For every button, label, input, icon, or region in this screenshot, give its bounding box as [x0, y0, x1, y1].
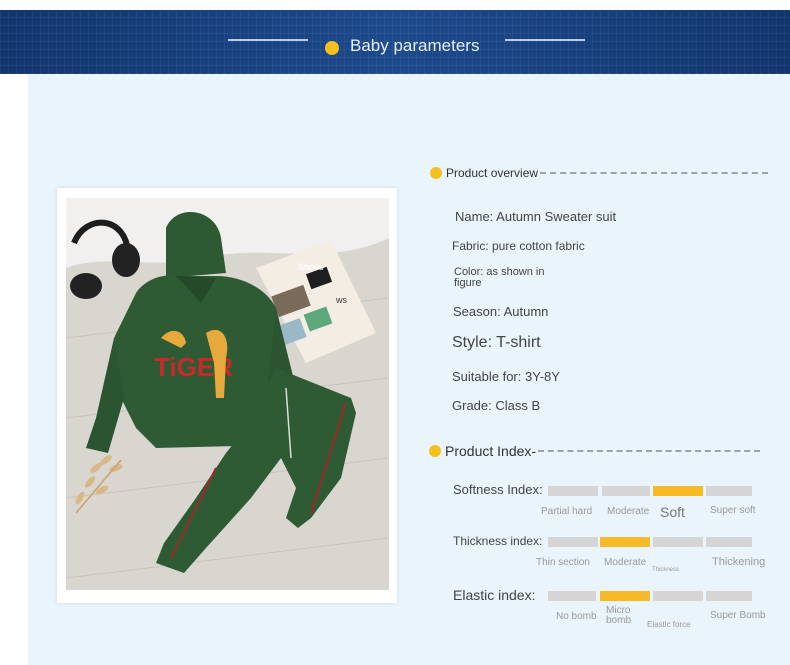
thickness-bar-1: [548, 537, 598, 547]
softness-bar-2: [602, 486, 650, 496]
svg-text:ws: ws: [335, 295, 347, 305]
thickness-tick: Thickening: [712, 556, 766, 568]
spec-season: Season: Autumn: [453, 304, 549, 319]
spec-name: Name: Autumn Sweater suit: [455, 209, 617, 224]
spec-color: Color: as shown in figure: [454, 267, 545, 289]
bullet-icon: [430, 167, 442, 179]
thickness-index-label: Thickness index:: [453, 534, 543, 548]
product-photo-illustration: Shoes ws TiGER: [66, 198, 389, 590]
thickness-bar-4: [706, 537, 752, 547]
product-index-label: Product Index-: [445, 443, 537, 459]
heading-divider: [540, 172, 769, 174]
softness-index-label: Softness Index:: [453, 482, 543, 497]
softness-bar-3-selected: [653, 486, 703, 496]
banner-divider-right: [505, 39, 585, 41]
thickness-bar-2-selected: [600, 537, 650, 547]
elastic-index-label: Elastic index:: [453, 587, 536, 603]
spec-style: Style: T-shirt: [452, 334, 541, 351]
elastic-bar-3: [653, 591, 703, 601]
elastic-tick: bomb: [606, 615, 632, 626]
bullet-icon: [429, 445, 441, 457]
thickness-tick: Moderate: [604, 557, 647, 568]
softness-tick: Super soft: [710, 505, 756, 516]
softness-tick-selected: Soft: [660, 504, 685, 520]
spec-suitable-for: Suitable for: 3Y-8Y: [452, 369, 560, 384]
softness-bar-4: [706, 486, 752, 496]
softness-tick: Moderate: [607, 506, 650, 517]
spec-grade: Grade: Class B: [452, 398, 541, 413]
thickness-tick: Thin section: [536, 557, 590, 568]
svg-text:Shoes: Shoes: [298, 262, 324, 272]
product-overview-heading: Product overview: [430, 166, 769, 180]
softness-tick: Partial hard: [541, 506, 593, 517]
elastic-bar-2-selected: [600, 591, 650, 601]
elastic-tick: No bomb: [556, 611, 597, 622]
banner-divider-left: [228, 39, 308, 41]
spec-fabric: Fabric: pure cotton fabric: [452, 239, 585, 253]
elastic-bar-1: [548, 591, 596, 601]
elastic-tick: Elastic force: [647, 620, 691, 629]
spec-color-line2: figure: [454, 277, 482, 289]
product-photo: Shoes ws TiGER: [66, 198, 389, 590]
heading-divider: [538, 450, 761, 452]
elastic-tick: Super Bomb: [710, 610, 766, 621]
product-index-heading: Product Index-: [429, 443, 761, 459]
product-overview-label: Product overview: [446, 166, 539, 180]
thickness-tick: Thickness: [652, 567, 680, 573]
softness-bar-1: [548, 486, 598, 496]
banner-title: Baby parameters: [350, 36, 480, 55]
thickness-bar-3: [653, 537, 703, 547]
banner-bullet-icon: [325, 41, 339, 55]
elastic-bar-4: [706, 591, 752, 601]
